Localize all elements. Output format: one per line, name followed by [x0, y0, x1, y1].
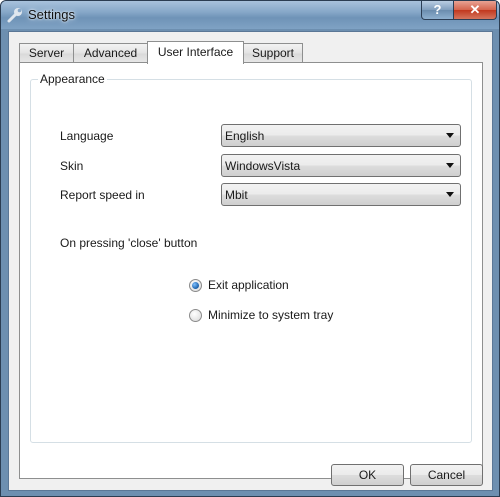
skin-select[interactable]: WindowsVista: [221, 154, 461, 177]
skin-label: Skin: [60, 159, 84, 173]
tab-support[interactable]: Support: [243, 43, 303, 63]
chevron-down-icon: [446, 133, 454, 138]
title-bar[interactable]: Settings ? ✕: [1, 1, 499, 29]
tab-user-interface[interactable]: User Interface: [147, 41, 244, 64]
radio-exit-application[interactable]: [189, 279, 202, 292]
help-button[interactable]: ?: [421, 1, 454, 20]
group-title: Appearance: [38, 72, 107, 86]
window-title: Settings: [28, 7, 75, 22]
skin-value: WindowsVista: [225, 159, 301, 173]
speed-label: Report speed in: [60, 188, 145, 202]
language-value: English: [225, 129, 265, 143]
language-select[interactable]: English: [221, 124, 461, 147]
language-label: Language: [60, 129, 114, 143]
minimize-to-tray-label[interactable]: Minimize to system tray: [208, 308, 333, 322]
appearance-group: Appearance Language English Skin Windows…: [30, 72, 472, 443]
close-behavior-label: On pressing 'close' button: [60, 236, 198, 250]
chevron-down-icon: [446, 163, 454, 168]
dialog-body: Server Advanced User Interface Support A…: [8, 31, 493, 491]
close-button[interactable]: ✕: [453, 1, 497, 20]
exit-application-label[interactable]: Exit application: [208, 278, 289, 292]
wrench-icon: [7, 8, 22, 23]
settings-window: Settings ? ✕ Server Advanced User Interf…: [0, 0, 500, 497]
speed-value: Mbit: [225, 188, 248, 202]
radio-minimize-to-tray[interactable]: [189, 309, 202, 322]
speed-unit-select[interactable]: Mbit: [221, 183, 461, 206]
tab-advanced[interactable]: Advanced: [73, 43, 148, 63]
cancel-button[interactable]: Cancel: [410, 464, 483, 486]
chevron-down-icon: [446, 192, 454, 197]
user-interface-panel: Appearance Language English Skin Windows…: [19, 62, 483, 479]
ok-button[interactable]: OK: [331, 464, 404, 486]
radio-selected-dot: [192, 282, 199, 289]
tab-server[interactable]: Server: [19, 43, 74, 63]
